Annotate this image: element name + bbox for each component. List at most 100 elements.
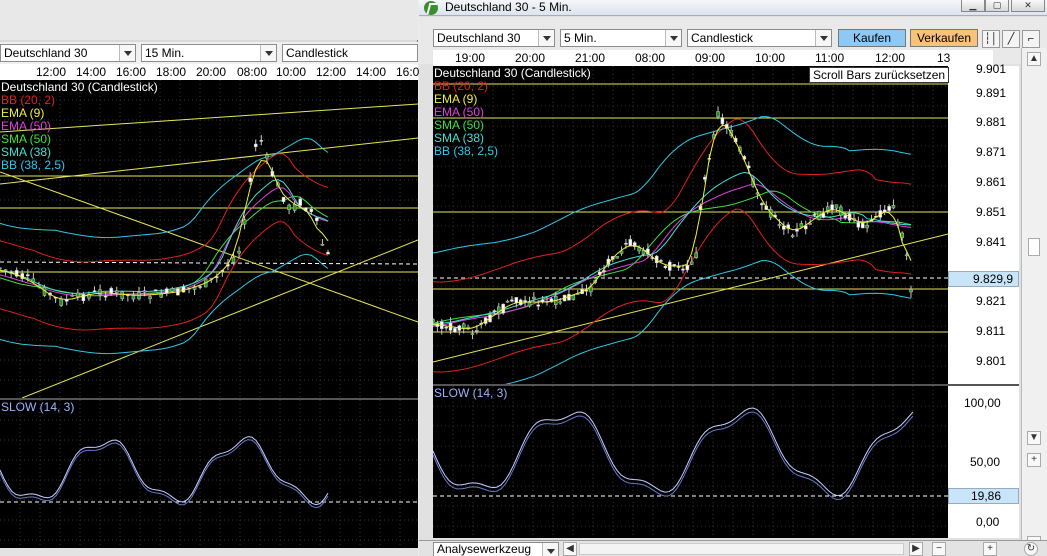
left-interval-value: 15 Min. [145,46,185,60]
price-label: 9.851 [976,205,1007,219]
scroll-right-icon[interactable]: ▶ [909,542,923,556]
osc-current-marker: 19,86 [948,488,1019,504]
left-candle-body [298,198,302,206]
osc-current-value: 19,86 [971,489,1002,503]
left-candle-body [309,209,314,212]
left-candle-body [165,288,169,294]
right-interval-select[interactable]: 5 Min. [560,29,682,47]
right-candle-body [475,330,479,332]
zoom-in-horizontal-icon[interactable]: + [983,542,997,556]
right-candle-body [444,326,448,329]
right-candle-body [536,304,540,307]
left-indicator-5: BB (38, 2,5) [1,158,66,172]
draw-line-icon[interactable]: ╱ [1002,30,1020,48]
scroll-thumb[interactable] [1028,238,1040,256]
right-charttype-select[interactable]: Candlestick [687,29,832,47]
price-label: 9.821 [976,294,1007,308]
app-logo-icon [424,1,438,15]
right-candle-body [716,111,720,118]
price-label: 9.891 [976,86,1007,100]
left-candle-body [237,250,241,254]
right-bottom-bar: Analysewerkzeug ◀ ▶ − + ↻ [419,540,1047,556]
right-candle-body [676,266,681,268]
bb38-lower-line [0,253,329,355]
right-price-chart[interactable]: Deutschland 30 (Candlestick) BB (20, 2) E… [433,66,948,384]
left-time-label: 20:00 [196,65,227,79]
right-candle-body [834,204,839,209]
right-candle-body [659,260,663,262]
right-candle-body [571,294,576,300]
right-vertical-scrollbar[interactable]: ▲ ▼ + − [1021,48,1047,556]
left-candle-body [3,269,8,271]
price-label: 9.801 [976,354,1007,368]
right-candle-body [433,319,435,322]
right-candle-body [799,223,804,228]
buy-button[interactable]: Kaufen [838,29,906,47]
left-candle-body [231,257,236,263]
candlestick-tool-icon[interactable]: ┆│ [982,30,1000,48]
left-charttype-select[interactable]: Candlestick [282,44,418,62]
crosshair-icon[interactable]: ⌐ [1022,30,1040,48]
right-candle-body [461,323,466,329]
scroll-left-icon[interactable]: ◀ [563,542,577,556]
price-label: 9.811 [976,324,1006,338]
price-label: 9.881 [976,115,1007,129]
reset-view-icon[interactable]: ↻ [1024,542,1038,556]
left-bottom-bar [0,548,418,556]
scroll-up-icon[interactable]: ▲ [1027,52,1041,66]
close-icon[interactable]: ✕ [1011,0,1045,12]
left-candle-body [92,290,97,292]
left-time-label: 16:0 [396,65,420,79]
right-candle-body [685,265,690,271]
left-oscillator-canvas [0,400,418,548]
left-oscillator-chart[interactable]: SLOW (14, 3) [0,400,418,548]
chevron-down-icon[interactable] [119,45,135,61]
right-oscillator-chart[interactable]: SLOW (14, 3) [433,386,948,538]
right-candle-body [777,224,782,226]
right-indicator-5: BB (38, 2,5) [434,144,499,158]
left-candle-body [253,143,258,147]
zoom-in-icon[interactable]: + [1027,453,1041,467]
left-symbol-select[interactable]: Deutschland 30 [0,44,136,62]
right-time-label: 19:00 [455,51,486,65]
right-window-title: Deutschland 30 - 5 Min. [445,0,572,14]
left-candle-body [159,293,163,298]
right-title-bar: Deutschland 30 - 5 Min. ▁ ▢ ✕ [419,0,1047,16]
chevron-down-icon[interactable] [542,543,558,556]
left-interval-select[interactable]: 15 Min. [141,44,277,62]
analysis-tool-select[interactable]: Analysewerkzeug [433,542,559,556]
desktop: Deutschland 30 15 Min. Candlestick 12:00… [0,0,1047,556]
left-candle-body [26,274,30,277]
chevron-down-icon[interactable] [665,30,681,46]
left-price-chart[interactable]: Deutschland 30 (Candlestick) BB (20, 2) E… [0,80,418,398]
minimize-icon[interactable]: ▁ [961,0,985,12]
sma50-line [0,195,329,297]
osc-label-50: 50,00 [970,455,1001,469]
left-time-label: 08:00 [237,65,268,79]
right-symbol-select[interactable]: Deutschland 30 [433,29,555,47]
zoom-out-horizontal-icon[interactable]: − [932,542,946,556]
right-candle-body [514,297,519,304]
right-oscillator-axis: 100,00 50,00 0,00 19,86 [948,386,1019,538]
left-candle-body [76,292,80,297]
left-chart-window: Deutschland 30 15 Min. Candlestick 12:00… [0,0,420,556]
right-interval-value: 5 Min. [564,31,597,45]
chevron-down-icon[interactable] [260,45,276,61]
left-candle-body [31,278,36,283]
right-candle-body [681,268,685,271]
right-candle-body [790,235,795,238]
right-price-chart-canvas [433,66,948,384]
right-price-axis: 9.901 9.891 9.881 9.871 9.861 9.851 9.841 9.821… [948,62,1019,384]
maximize-icon[interactable]: ▢ [985,0,1009,12]
left-time-label: 14:00 [356,65,387,79]
scroll-down-icon[interactable]: ▼ [1027,431,1041,445]
chevron-down-icon[interactable] [538,30,554,46]
right-candle-body [663,265,668,268]
horizontal-scroll-track[interactable] [579,543,904,555]
left-oscillator-label: SLOW (14, 3) [1,400,75,414]
current-price-line [0,261,418,265]
trend-line [0,103,418,133]
sell-button[interactable]: Verkaufen [910,29,978,47]
chevron-down-icon[interactable] [815,30,831,46]
right-candle-body [808,223,812,225]
